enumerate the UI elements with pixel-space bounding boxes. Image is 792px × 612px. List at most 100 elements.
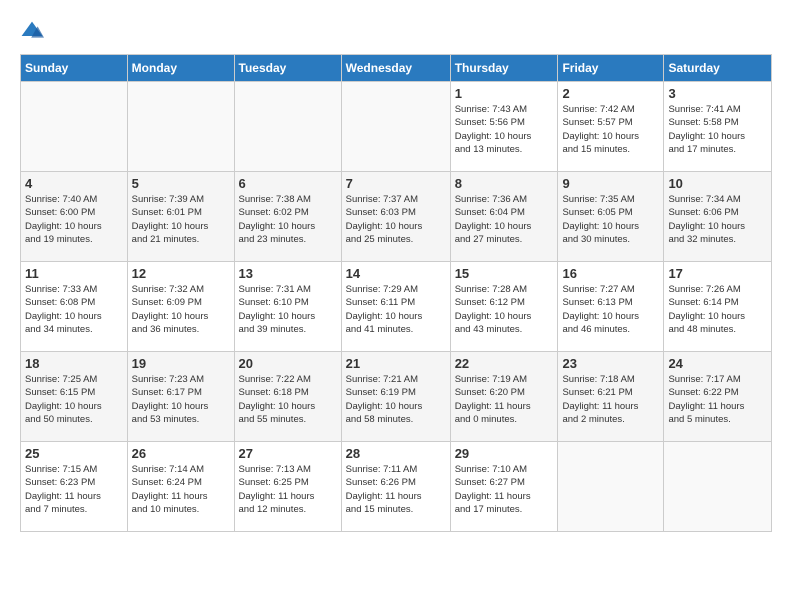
day-info: Sunrise: 7:28 AM Sunset: 6:12 PM Dayligh… <box>455 283 554 336</box>
weekday-header-thursday: Thursday <box>450 55 558 82</box>
calendar-cell: 21 Sunrise: 7:21 AM Sunset: 6:19 PM Dayli… <box>341 352 450 442</box>
day-info: Sunrise: 7:23 AM Sunset: 6:17 PM Dayligh… <box>132 373 230 426</box>
day-number: 20 <box>239 356 337 371</box>
calendar-cell: 19 Sunrise: 7:23 AM Sunset: 6:17 PM Dayli… <box>127 352 234 442</box>
day-info: Sunrise: 7:15 AM Sunset: 6:23 PM Dayligh… <box>25 463 123 516</box>
day-info: Sunrise: 7:38 AM Sunset: 6:02 PM Dayligh… <box>239 193 337 246</box>
calendar-cell <box>127 82 234 172</box>
day-number: 12 <box>132 266 230 281</box>
calendar-cell: 14 Sunrise: 7:29 AM Sunset: 6:11 PM Dayli… <box>341 262 450 352</box>
calendar-cell: 20 Sunrise: 7:22 AM Sunset: 6:18 PM Dayli… <box>234 352 341 442</box>
day-number: 4 <box>25 176 123 191</box>
day-info: Sunrise: 7:37 AM Sunset: 6:03 PM Dayligh… <box>346 193 446 246</box>
day-info: Sunrise: 7:34 AM Sunset: 6:06 PM Dayligh… <box>668 193 767 246</box>
calendar-cell: 1 Sunrise: 7:43 AM Sunset: 5:56 PM Daylig… <box>450 82 558 172</box>
day-info: Sunrise: 7:19 AM Sunset: 6:20 PM Dayligh… <box>455 373 554 426</box>
day-number: 23 <box>562 356 659 371</box>
day-number: 22 <box>455 356 554 371</box>
day-number: 11 <box>25 266 123 281</box>
day-info: Sunrise: 7:27 AM Sunset: 6:13 PM Dayligh… <box>562 283 659 336</box>
day-number: 8 <box>455 176 554 191</box>
page-header <box>20 20 772 44</box>
day-number: 13 <box>239 266 337 281</box>
calendar-cell: 15 Sunrise: 7:28 AM Sunset: 6:12 PM Dayli… <box>450 262 558 352</box>
day-number: 7 <box>346 176 446 191</box>
calendar-cell: 9 Sunrise: 7:35 AM Sunset: 6:05 PM Daylig… <box>558 172 664 262</box>
calendar-cell: 17Sunrise: 7:26 AM Sunset: 6:14 PM Dayli… <box>664 262 772 352</box>
day-number: 17 <box>668 266 767 281</box>
calendar-cell: 13 Sunrise: 7:31 AM Sunset: 6:10 PM Dayli… <box>234 262 341 352</box>
calendar-cell: 7 Sunrise: 7:37 AM Sunset: 6:03 PM Daylig… <box>341 172 450 262</box>
weekday-header-tuesday: Tuesday <box>234 55 341 82</box>
day-number: 14 <box>346 266 446 281</box>
day-number: 2 <box>562 86 659 101</box>
calendar-cell: 16 Sunrise: 7:27 AM Sunset: 6:13 PM Dayli… <box>558 262 664 352</box>
logo-icon <box>20 20 44 44</box>
calendar-cell: 29Sunrise: 7:10 AM Sunset: 6:27 PM Dayli… <box>450 442 558 532</box>
calendar-week-4: 18 Sunrise: 7:25 AM Sunset: 6:15 PM Dayli… <box>21 352 772 442</box>
weekday-header-saturday: Saturday <box>664 55 772 82</box>
calendar-cell: 18 Sunrise: 7:25 AM Sunset: 6:15 PM Dayli… <box>21 352 128 442</box>
calendar-cell: 24 Sunrise: 7:17 AM Sunset: 6:22 PM Dayli… <box>664 352 772 442</box>
day-info: Sunrise: 7:17 AM Sunset: 6:22 PM Dayligh… <box>668 373 767 426</box>
calendar-cell: 4 Sunrise: 7:40 AM Sunset: 6:00 PM Daylig… <box>21 172 128 262</box>
day-info: Sunrise: 7:31 AM Sunset: 6:10 PM Dayligh… <box>239 283 337 336</box>
logo <box>20 20 48 44</box>
day-number: 27 <box>239 446 337 461</box>
day-number: 3 <box>668 86 767 101</box>
calendar-cell <box>558 442 664 532</box>
day-info: Sunrise: 7:25 AM Sunset: 6:15 PM Dayligh… <box>25 373 123 426</box>
calendar-cell: 23 Sunrise: 7:18 AM Sunset: 6:21 PM Dayli… <box>558 352 664 442</box>
weekday-header-friday: Friday <box>558 55 664 82</box>
day-number: 19 <box>132 356 230 371</box>
calendar-cell: 28 Sunrise: 7:11 AM Sunset: 6:26 PM Dayli… <box>341 442 450 532</box>
day-number: 25 <box>25 446 123 461</box>
calendar-cell: 11 Sunrise: 7:33 AM Sunset: 6:08 PM Dayli… <box>21 262 128 352</box>
calendar-week-3: 11 Sunrise: 7:33 AM Sunset: 6:08 PM Dayli… <box>21 262 772 352</box>
day-number: 18 <box>25 356 123 371</box>
calendar-table: SundayMondayTuesdayWednesdayThursdayFrid… <box>20 54 772 532</box>
day-info: Sunrise: 7:39 AM Sunset: 6:01 PM Dayligh… <box>132 193 230 246</box>
day-info: Sunrise: 7:29 AM Sunset: 6:11 PM Dayligh… <box>346 283 446 336</box>
calendar-week-5: 25 Sunrise: 7:15 AM Sunset: 6:23 PM Dayli… <box>21 442 772 532</box>
day-info: Sunrise: 7:21 AM Sunset: 6:19 PM Dayligh… <box>346 373 446 426</box>
day-number: 10 <box>668 176 767 191</box>
calendar-cell: 12Sunrise: 7:32 AM Sunset: 6:09 PM Dayli… <box>127 262 234 352</box>
day-info: Sunrise: 7:40 AM Sunset: 6:00 PM Dayligh… <box>25 193 123 246</box>
day-info: Sunrise: 7:22 AM Sunset: 6:18 PM Dayligh… <box>239 373 337 426</box>
day-number: 28 <box>346 446 446 461</box>
calendar-cell: 22 Sunrise: 7:19 AM Sunset: 6:20 PM Dayli… <box>450 352 558 442</box>
day-info: Sunrise: 7:14 AM Sunset: 6:24 PM Dayligh… <box>132 463 230 516</box>
day-info: Sunrise: 7:35 AM Sunset: 6:05 PM Dayligh… <box>562 193 659 246</box>
day-info: Sunrise: 7:36 AM Sunset: 6:04 PM Dayligh… <box>455 193 554 246</box>
calendar-week-2: 4 Sunrise: 7:40 AM Sunset: 6:00 PM Daylig… <box>21 172 772 262</box>
calendar-cell: 8 Sunrise: 7:36 AM Sunset: 6:04 PM Daylig… <box>450 172 558 262</box>
day-number: 16 <box>562 266 659 281</box>
day-info: Sunrise: 7:18 AM Sunset: 6:21 PM Dayligh… <box>562 373 659 426</box>
day-info: Sunrise: 7:13 AM Sunset: 6:25 PM Dayligh… <box>239 463 337 516</box>
calendar-cell: 3 Sunrise: 7:41 AM Sunset: 5:58 PM Daylig… <box>664 82 772 172</box>
calendar-cell <box>234 82 341 172</box>
day-info: Sunrise: 7:43 AM Sunset: 5:56 PM Dayligh… <box>455 103 554 156</box>
calendar-cell <box>664 442 772 532</box>
calendar-cell <box>21 82 128 172</box>
day-number: 21 <box>346 356 446 371</box>
day-info: Sunrise: 7:33 AM Sunset: 6:08 PM Dayligh… <box>25 283 123 336</box>
calendar-cell <box>341 82 450 172</box>
calendar-week-1: 1 Sunrise: 7:43 AM Sunset: 5:56 PM Daylig… <box>21 82 772 172</box>
day-number: 24 <box>668 356 767 371</box>
calendar-cell: 6Sunrise: 7:38 AM Sunset: 6:02 PM Daylig… <box>234 172 341 262</box>
calendar-cell: 10 Sunrise: 7:34 AM Sunset: 6:06 PM Dayli… <box>664 172 772 262</box>
day-number: 1 <box>455 86 554 101</box>
weekday-header-wednesday: Wednesday <box>341 55 450 82</box>
weekday-header-sunday: Sunday <box>21 55 128 82</box>
day-number: 15 <box>455 266 554 281</box>
weekday-header-monday: Monday <box>127 55 234 82</box>
day-info: Sunrise: 7:41 AM Sunset: 5:58 PM Dayligh… <box>668 103 767 156</box>
day-number: 5 <box>132 176 230 191</box>
calendar-header-row: SundayMondayTuesdayWednesdayThursdayFrid… <box>21 55 772 82</box>
day-number: 29 <box>455 446 554 461</box>
day-info: Sunrise: 7:11 AM Sunset: 6:26 PM Dayligh… <box>346 463 446 516</box>
day-number: 26 <box>132 446 230 461</box>
day-number: 9 <box>562 176 659 191</box>
